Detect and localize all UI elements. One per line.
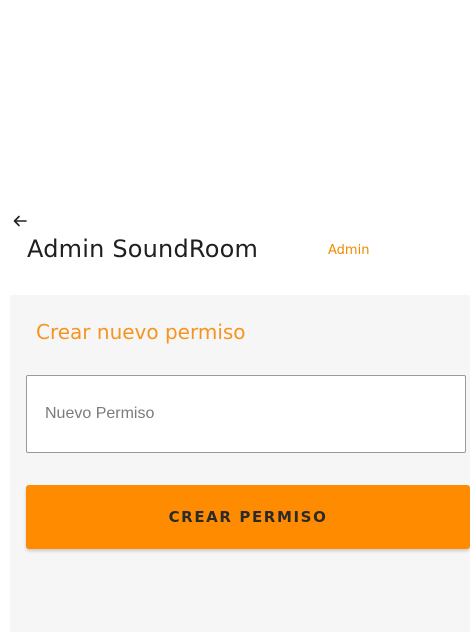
create-permission-button[interactable]: CREAR PERMISO [26, 485, 470, 549]
new-permission-input[interactable] [26, 375, 466, 453]
user-role-label: Admin [328, 243, 370, 258]
app-header: Admin SoundRoom Admin [10, 205, 470, 295]
section-title: Crear nuevo permiso [36, 320, 246, 344]
create-permission-panel: Crear nuevo permiso CREAR PERMISO [10, 295, 470, 632]
arrow-left-icon[interactable] [12, 213, 28, 229]
app-title: Admin SoundRoom [27, 235, 259, 263]
top-blank-area [0, 0, 470, 205]
